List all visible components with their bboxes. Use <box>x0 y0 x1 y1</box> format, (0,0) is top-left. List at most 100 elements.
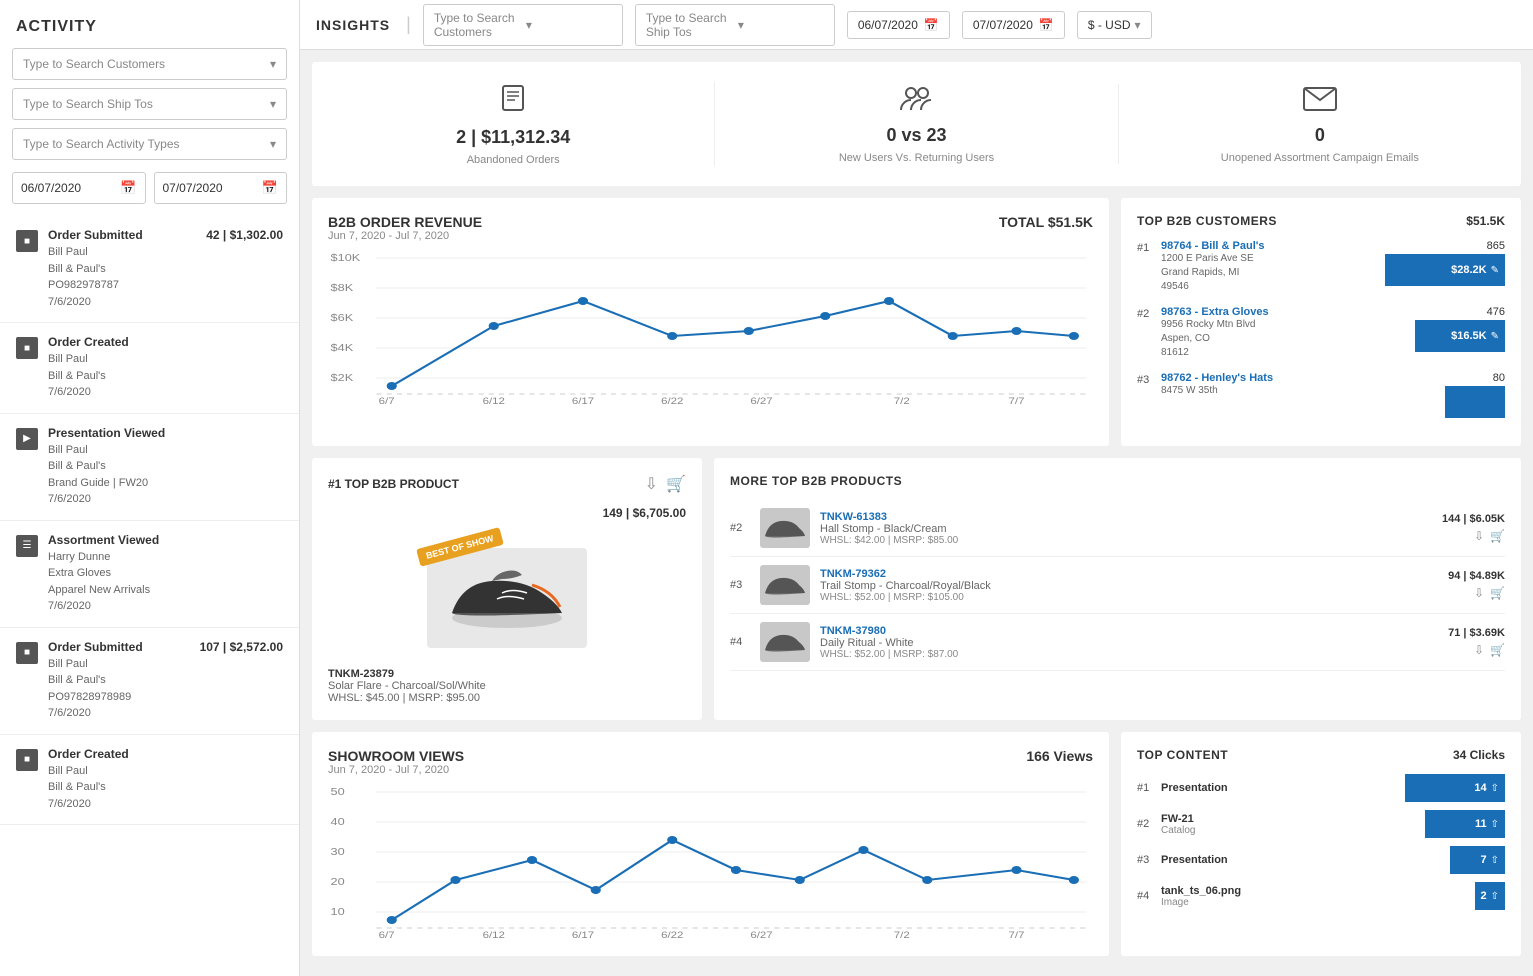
share-icon: ⇧ <box>1491 819 1499 830</box>
main-area: INSIGHTS | Type to Search Customers Type… <box>300 0 1533 976</box>
more-product-actions[interactable]: ⇩ 🛒 <box>1474 529 1505 543</box>
sidebar-date-from[interactable]: 06/07/2020 📅 <box>12 172 146 204</box>
activity-type-search[interactable]: Type to Search Activity Types <box>12 128 287 160</box>
more-product-name: Trail Stomp - Charcoal/Royal/Black <box>820 580 1438 592</box>
more-products-card: MORE TOP B2B PRODUCTS #2 TNKW-61383 Hall… <box>714 458 1521 720</box>
currency-selector[interactable]: $ - USD <box>1077 11 1152 39</box>
content-row: #1 Presentation 14 ⇧ <box>1137 774 1505 802</box>
charts-customers-row: B2B ORDER REVENUE Jun 7, 2020 - Jul 7, 2… <box>312 198 1521 446</box>
stat-abandoned-orders: 2 | $11,312.34 Abandoned Orders <box>312 82 715 166</box>
customer-name: 98763 - Extra Gloves <box>1161 306 1407 318</box>
content-item-type: Catalog <box>1161 825 1417 836</box>
more-product-image <box>760 622 810 662</box>
customer-bar-section: 865 $28.2K ✎ <box>1385 240 1505 286</box>
sidebar: ACTIVITY Type to Search Customers Type t… <box>0 0 300 976</box>
sidebar-date-to[interactable]: 07/07/2020 📅 <box>154 172 288 204</box>
content-rank: #1 <box>1137 782 1153 794</box>
ship-to-search-sidebar[interactable]: Type to Search Ship Tos <box>12 88 287 120</box>
cart-icon[interactable]: 🛒 <box>1490 643 1505 657</box>
more-product-image <box>760 565 810 605</box>
product-price: WHSL: $45.00 | MSRP: $95.00 <box>328 692 686 704</box>
activity-detail: Bill PaulBill & Paul'sPO9829787877/6/202… <box>48 244 283 310</box>
users-label: New Users Vs. Returning Users <box>839 152 994 164</box>
svg-text:7/7: 7/7 <box>1009 397 1025 406</box>
svg-text:30: 30 <box>331 847 345 857</box>
more-product-stats: 94 | $4.89K <box>1448 570 1505 582</box>
content-bar: 14 ⇧ <box>1405 774 1505 802</box>
edit-icon: ✎ <box>1491 331 1499 342</box>
customers-total: $51.5K <box>1466 214 1505 228</box>
chart-total: TOTAL $51.5K <box>999 214 1093 230</box>
emails-label: Unopened Assortment Campaign Emails <box>1221 152 1419 164</box>
content-row: #3 Presentation 7 ⇧ <box>1137 846 1505 874</box>
order-icon: ■ <box>16 642 38 664</box>
activity-type-label: Order Submitted <box>48 228 143 242</box>
ship-to-search-topbar[interactable]: Type to Search Ship Tos <box>635 4 835 46</box>
edit-icon: ✎ <box>1491 265 1499 276</box>
topbar-date-to[interactable]: 07/07/2020 📅 <box>962 11 1065 39</box>
content-bar: 2 ⇧ <box>1475 882 1505 910</box>
activity-detail: Bill PaulBill & Paul's7/6/2020 <box>48 763 283 813</box>
product-stats: 149 | $6,705.00 <box>328 506 686 520</box>
product-card-header: #1 TOP B2B PRODUCT ⇩ 🛒 <box>328 474 686 494</box>
activity-type-label: Order Submitted <box>48 640 143 654</box>
customer-search-topbar[interactable]: Type to Search Customers <box>423 4 623 46</box>
orders-icon <box>497 82 529 121</box>
more-product-actions[interactable]: ⇩ 🛒 <box>1474 643 1505 657</box>
cart-icon[interactable]: 🛒 <box>666 474 686 494</box>
list-item: ■Order CreatedBill PaulBill & Paul's7/6/… <box>0 323 299 414</box>
abandoned-orders-value: 2 | $11,312.34 <box>456 127 570 148</box>
product-image-area: BEST OF SHOW <box>328 528 686 668</box>
download-icon[interactable]: ⇩ <box>1474 643 1484 657</box>
download-icon[interactable]: ⇩ <box>645 474 658 494</box>
activity-amount: 107 | $2,572.00 <box>200 640 283 654</box>
customer-name: 98762 - Henley's Hats <box>1161 372 1437 384</box>
svg-text:50: 50 <box>331 787 345 797</box>
content-info: Presentation <box>1161 854 1442 866</box>
content-info: FW-21 Catalog <box>1161 813 1417 836</box>
activity-type-label: Order Created <box>48 747 129 761</box>
more-product-price: WHSL: $52.00 | MSRP: $105.00 <box>820 592 1438 603</box>
order-icon: ■ <box>16 230 38 252</box>
top-content-card: TOP CONTENT 34 Clicks #1 Presentation 14… <box>1121 732 1521 956</box>
cart-icon[interactable]: 🛒 <box>1490 586 1505 600</box>
content-item-name: FW-21 <box>1161 813 1417 825</box>
content-rank: #2 <box>1137 818 1153 830</box>
activity-detail: Bill PaulBill & Paul'sBrand Guide | FW20… <box>48 442 283 508</box>
chevron-icon <box>270 137 276 151</box>
showroom-card: SHOWROOM VIEWS Jun 7, 2020 - Jul 7, 2020… <box>312 732 1109 956</box>
more-product-price: WHSL: $52.00 | MSRP: $87.00 <box>820 649 1438 660</box>
topbar-date-from[interactable]: 06/07/2020 📅 <box>847 11 950 39</box>
share-icon: ⇧ <box>1491 783 1499 794</box>
chevron-icon <box>738 18 824 32</box>
svg-text:$10K: $10K <box>331 253 361 263</box>
topbar-title: INSIGHTS <box>316 17 390 33</box>
content-bar-wrap: 7 ⇧ <box>1450 846 1505 874</box>
product-name: Solar Flare - Charcoal/Sol/White <box>328 680 686 692</box>
download-icon[interactable]: ⇩ <box>1474 529 1484 543</box>
content-bar-wrap: 11 ⇧ <box>1425 810 1505 838</box>
more-product-actions[interactable]: ⇩ 🛒 <box>1474 586 1505 600</box>
customer-search-sidebar[interactable]: Type to Search Customers <box>12 48 287 80</box>
customer-bar: $16.5K ✎ <box>1415 320 1505 352</box>
customer-name: 98764 - Bill & Paul's <box>1161 240 1377 252</box>
stat-emails: 0 Unopened Assortment Campaign Emails <box>1119 84 1521 164</box>
b2b-chart-svg: $10K $8K $6K $4K $2K <box>328 246 1093 406</box>
activity-amount: 42 | $1,302.00 <box>206 228 283 242</box>
showroom-total: 166 Views <box>1026 748 1093 764</box>
more-product-name: Daily Ritual - White <box>820 637 1438 649</box>
best-of-show-badge: BEST OF SHOW <box>416 527 503 567</box>
more-product-sku: TNKW-61383 <box>820 511 1432 523</box>
svg-text:6/7: 6/7 <box>379 397 395 406</box>
customers-list: #1 98764 - Bill & Paul's 1200 E Paris Av… <box>1137 240 1505 418</box>
products-row: #1 TOP B2B PRODUCT ⇩ 🛒 149 | $6,705.00 B… <box>312 458 1521 720</box>
more-product-row: #2 TNKW-61383 Hall Stomp - Black/Cream W… <box>730 500 1505 557</box>
more-product-right: 71 | $3.69K ⇩ 🛒 <box>1448 627 1505 657</box>
cart-icon[interactable]: 🛒 <box>1490 529 1505 543</box>
download-icon[interactable]: ⇩ <box>1474 586 1484 600</box>
chevron-icon <box>270 57 276 71</box>
activity-type-label: Assortment Viewed <box>48 533 159 547</box>
customer-rank: #2 <box>1137 308 1153 320</box>
svg-text:6/12: 6/12 <box>483 397 506 406</box>
presentation-icon: ▶ <box>16 428 38 450</box>
